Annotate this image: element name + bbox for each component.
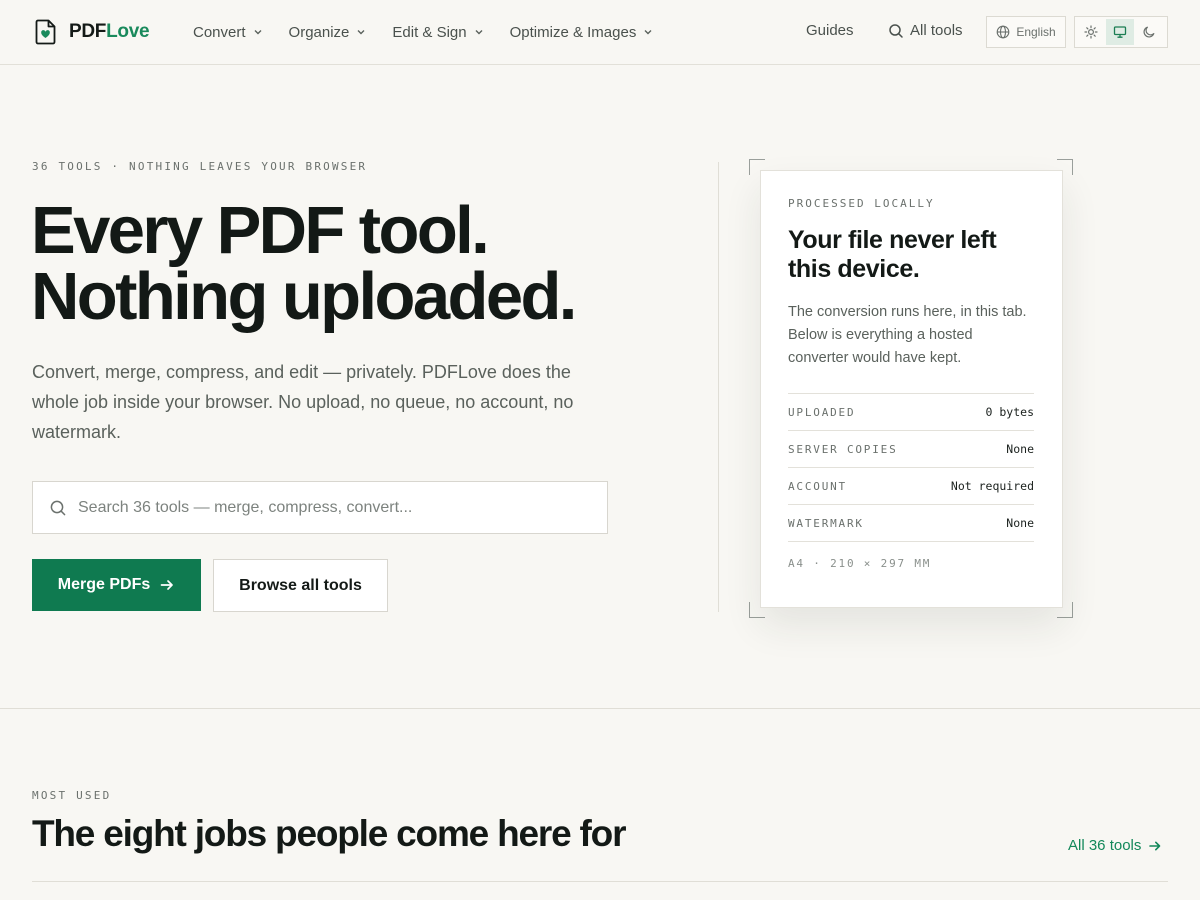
receipt-key: ACCOUNT	[788, 479, 847, 493]
nav-edit-sign-label: Edit & Sign	[392, 23, 467, 41]
main-nav: Convert Organize Edit & Sign Optimize & …	[193, 22, 679, 42]
nav-convert[interactable]: Convert	[193, 22, 263, 42]
hero-eyebrow: 36 TOOLS · NOTHING LEAVES YOUR BROWSER	[32, 160, 368, 173]
chevron-down-icon	[475, 30, 483, 35]
receipt-row-account: ACCOUNT Not required	[788, 468, 1034, 505]
card-eyebrow: PROCESSED LOCALLY	[788, 197, 935, 210]
theme-switcher	[1074, 16, 1168, 48]
browse-all-tools-button[interactable]: Browse all tools	[213, 559, 388, 612]
hero-title-line1: Every PDF tool.	[31, 193, 490, 268]
receipt-row-uploaded: UPLOADED 0 bytes	[788, 394, 1034, 431]
receipt-key: SERVER COPIES	[788, 442, 898, 456]
top-header: PDFLove Convert Organize Edit & Sign Opt…	[0, 0, 1200, 65]
section-rule	[32, 881, 1168, 882]
chevron-down-icon	[254, 30, 262, 35]
logo-text: PDFLove	[69, 21, 150, 43]
section-title: The eight jobs people come here for	[32, 813, 626, 854]
globe-icon	[996, 25, 1010, 39]
merge-pdfs-label: Merge PDFs	[57, 576, 151, 593]
card-footer: A4 · 210 × 297 MM	[788, 557, 932, 570]
receipt-value: None	[1006, 442, 1034, 456]
language-label: English	[1016, 25, 1056, 39]
section-eyebrow: MOST USED	[32, 789, 112, 802]
card-body: The conversion runs here, in this tab. B…	[788, 304, 1027, 366]
pdf-heart-icon	[35, 19, 56, 45]
language-selector[interactable]: English	[986, 16, 1066, 48]
theme-light-button[interactable]	[1077, 19, 1104, 45]
logo-text-love: Love	[106, 21, 150, 42]
receipt-value: Not required	[950, 479, 1034, 493]
receipt-value: None	[1006, 516, 1034, 530]
moon-icon	[1143, 26, 1155, 38]
search-icon	[50, 500, 66, 515]
theme-dark-button[interactable]	[1136, 19, 1163, 45]
tool-search	[32, 481, 608, 534]
receipt-value: 0 bytes	[985, 405, 1034, 419]
merge-pdfs-button[interactable]: Merge PDFs	[32, 559, 201, 611]
hero-title: Every PDF tool. Nothing uploaded.	[31, 197, 681, 330]
privacy-receipt-card: PROCESSED LOCALLY Your file never left t…	[760, 170, 1063, 608]
receipt-key: WATERMARK	[788, 516, 864, 530]
receipt-row-watermark: WATERMARK None	[788, 505, 1034, 542]
all-tools-label: All tools	[910, 22, 963, 39]
search-icon	[889, 23, 903, 38]
chevron-down-icon	[644, 30, 652, 35]
nav-guides[interactable]: Guides	[806, 22, 854, 39]
hero-title-line2: Nothing uploaded.	[31, 259, 577, 334]
receipt-row-server-copies: SERVER COPIES None	[788, 431, 1034, 468]
nav-edit-sign[interactable]: Edit & Sign	[392, 22, 483, 42]
hero-subtitle: Convert, merge, compress, and edit — pri…	[32, 362, 574, 442]
nav-organize-label: Organize	[288, 23, 350, 41]
all-tools-link[interactable]: All tools	[888, 22, 963, 39]
all-tools-section-link[interactable]: All 36 tools	[1068, 837, 1162, 854]
monitor-icon	[1113, 26, 1127, 38]
search-input[interactable]	[78, 498, 578, 517]
logo[interactable]: PDFLove	[35, 19, 150, 45]
arrow-right-icon	[1149, 841, 1161, 850]
hero-divider	[718, 162, 719, 612]
receipt-table: UPLOADED 0 bytes SERVER COPIES None ACCO…	[788, 393, 1034, 542]
nav-convert-label: Convert	[193, 23, 246, 41]
logo-text-pdf: PDF	[69, 21, 107, 42]
chevron-down-icon	[357, 30, 365, 35]
all-tools-section-link-label: All 36 tools	[1068, 837, 1142, 854]
nav-organize[interactable]: Organize	[289, 22, 367, 42]
card-title: Your file never left this device.	[788, 226, 997, 283]
theme-system-button[interactable]	[1106, 19, 1134, 45]
sun-icon	[1084, 25, 1098, 39]
arrow-right-icon	[160, 580, 174, 590]
nav-optimize-images[interactable]: Optimize & Images	[510, 22, 654, 42]
nav-optimize-images-label: Optimize & Images	[509, 23, 637, 41]
section-divider	[0, 708, 1200, 709]
receipt-key: UPLOADED	[788, 405, 856, 419]
